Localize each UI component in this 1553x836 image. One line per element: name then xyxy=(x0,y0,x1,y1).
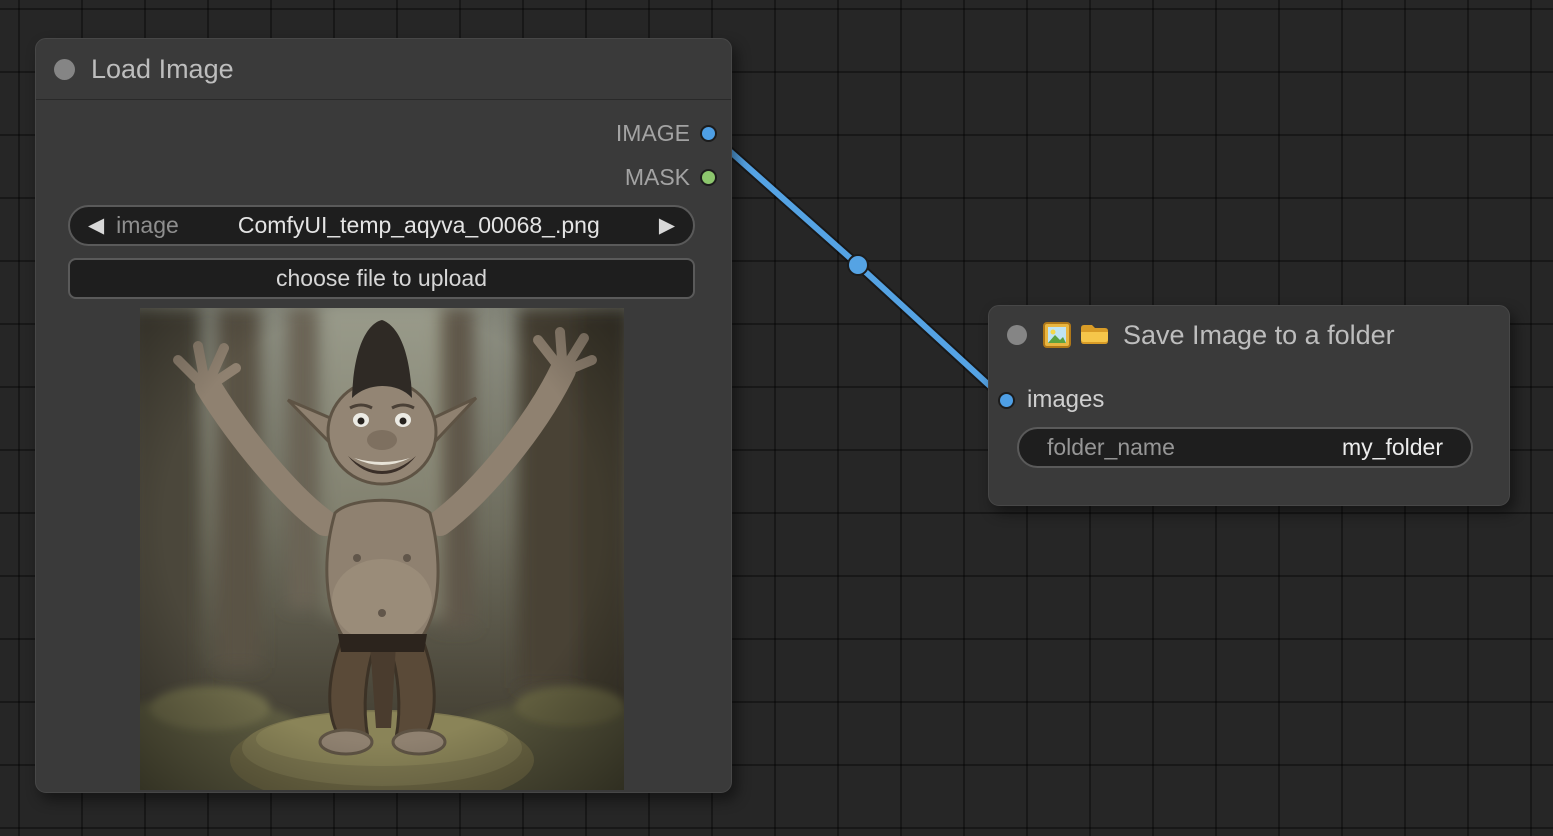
output-row-image: IMAGE xyxy=(616,119,717,147)
node-editor-canvas[interactable]: { "canvas": { "background": "#262626", "… xyxy=(0,0,1553,836)
collapse-dot-icon[interactable] xyxy=(54,59,75,80)
framed-picture-icon xyxy=(1043,322,1071,348)
input-port-images[interactable] xyxy=(998,392,1015,409)
preview-image xyxy=(140,308,624,790)
load-image-node-header[interactable]: Load Image xyxy=(36,39,731,100)
image-combo-widget[interactable]: ◀ image ComfyUI_temp_aqyva_00068_.png ▶ xyxy=(68,205,695,246)
link-midpoint-dot[interactable] xyxy=(848,255,868,275)
node-title: Load Image xyxy=(91,54,234,85)
output-row-mask: MASK xyxy=(625,163,717,191)
combo-value: ComfyUI_temp_aqyva_00068_.png xyxy=(179,212,659,239)
input-label-images: images xyxy=(1027,386,1104,414)
widget-value: my_folder xyxy=(1342,434,1443,461)
output-port-mask[interactable] xyxy=(700,169,717,186)
folder-name-widget[interactable]: folder_name my_folder xyxy=(1017,427,1473,468)
combo-right-arrow-icon[interactable]: ▶ xyxy=(659,213,675,238)
input-row-images: images xyxy=(998,386,1104,414)
save-node-header[interactable]: Save Image to a folder xyxy=(989,306,1509,364)
node-title: Save Image to a folder xyxy=(1123,320,1395,351)
link-wire-outline xyxy=(707,131,1003,398)
output-label-image: IMAGE xyxy=(616,120,690,147)
link-wire xyxy=(707,131,1003,398)
combo-left-arrow-icon[interactable]: ◀ xyxy=(88,213,104,238)
save-image-node[interactable]: Save Image to a folder images folder_nam… xyxy=(988,305,1510,506)
widget-name: folder_name xyxy=(1047,434,1175,461)
output-port-image[interactable] xyxy=(700,125,717,142)
upload-button[interactable]: choose file to upload xyxy=(68,258,695,299)
load-image-node[interactable]: Load Image IMAGE MASK ◀ image ComfyUI_te… xyxy=(35,38,732,793)
combo-name: image xyxy=(116,212,179,239)
output-label-mask: MASK xyxy=(625,164,690,191)
folder-icon xyxy=(1079,323,1109,347)
collapse-dot-icon[interactable] xyxy=(1007,325,1027,345)
